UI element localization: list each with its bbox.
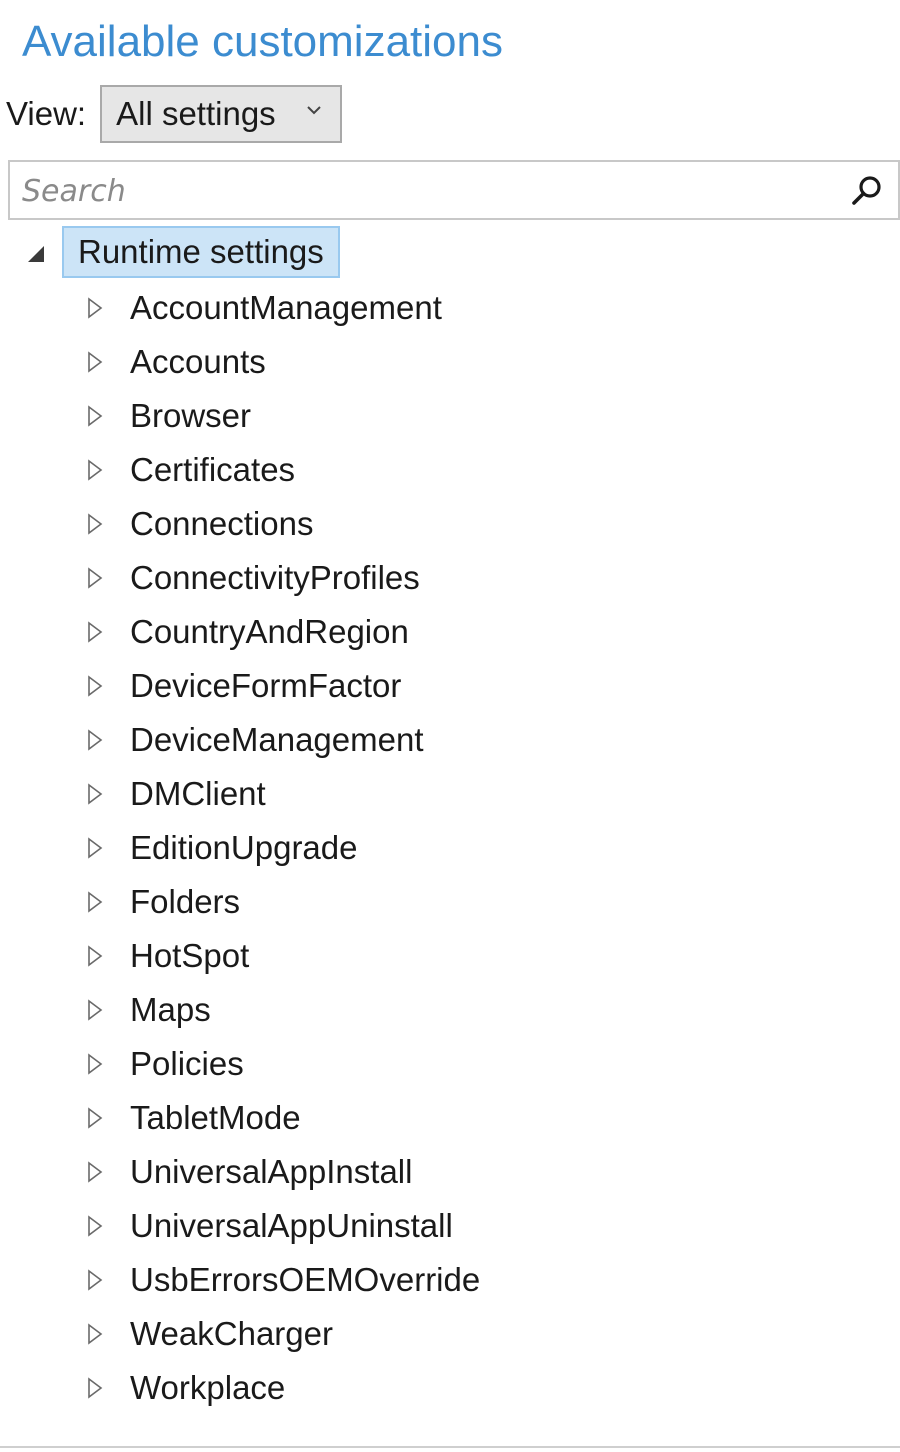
tree-node-device-form-factor[interactable]: DeviceFormFactor	[0, 660, 900, 714]
tree-node-universal-app-install[interactable]: UniversalAppInstall	[0, 1146, 900, 1200]
tree-node-workplace[interactable]: Workplace	[0, 1362, 900, 1416]
tree-node-label: Folders	[130, 883, 241, 920]
expand-triangle-icon[interactable]	[86, 621, 104, 643]
tree-children: AccountManagement Accounts Browser Certi…	[0, 282, 900, 1416]
tree-node-label: DMClient	[130, 775, 266, 812]
view-label: View:	[6, 95, 87, 132]
expand-triangle-icon[interactable]	[86, 1161, 104, 1183]
tree-node-accounts[interactable]: Accounts	[0, 336, 900, 390]
tree-node-edition-upgrade[interactable]: EditionUpgrade	[0, 822, 900, 876]
tree-node-maps[interactable]: Maps	[0, 984, 900, 1038]
expand-triangle-icon[interactable]	[86, 351, 104, 373]
tree-node-label: DeviceFormFactor	[130, 667, 402, 704]
tree-node-policies[interactable]: Policies	[0, 1038, 900, 1092]
tree-node-label: WeakCharger	[130, 1315, 333, 1352]
tree-node-label: Connections	[130, 505, 314, 542]
tree-node-label: ConnectivityProfiles	[130, 559, 420, 596]
expand-triangle-icon[interactable]	[86, 405, 104, 427]
collapse-triangle-icon[interactable]	[26, 244, 46, 264]
tree-node-label: Policies	[130, 1045, 244, 1082]
tree-node-usb-errors-oemoverride[interactable]: UsbErrorsOEMOverride	[0, 1254, 900, 1308]
tree-node-label: UsbErrorsOEMOverride	[130, 1261, 481, 1298]
tree-node-universal-app-uninstall[interactable]: UniversalAppUninstall	[0, 1200, 900, 1254]
expand-triangle-icon[interactable]	[86, 513, 104, 535]
tree-node-label: Runtime settings	[78, 233, 324, 270]
expand-triangle-icon[interactable]	[86, 999, 104, 1021]
tree-node-label: CountryAndRegion	[130, 613, 409, 650]
expand-triangle-icon[interactable]	[86, 783, 104, 805]
expand-triangle-icon[interactable]	[86, 675, 104, 697]
page-title: Available customizations	[22, 17, 503, 66]
tree-node-label: TabletMode	[130, 1099, 301, 1136]
view-filter-row: View: All settings	[6, 84, 343, 144]
tree-node-selection[interactable]: Runtime settings	[62, 226, 340, 278]
tree-node-label: Maps	[130, 991, 211, 1028]
tree-node-runtime-settings[interactable]: Runtime settings	[0, 226, 400, 280]
tree-node-label: Browser	[130, 397, 252, 434]
tree-node-dmclient[interactable]: DMClient	[0, 768, 900, 822]
expand-triangle-icon[interactable]	[86, 1053, 104, 1075]
tree-node-label: AccountManagement	[130, 289, 442, 326]
expand-triangle-icon[interactable]	[86, 297, 104, 319]
tree-node-hot-spot[interactable]: HotSpot	[0, 930, 900, 984]
search-box	[8, 160, 900, 220]
search-input[interactable]	[22, 168, 822, 214]
tree-node-country-and-region[interactable]: CountryAndRegion	[0, 606, 900, 660]
tree-node-label: UniversalAppInstall	[130, 1153, 413, 1190]
tree-node-label: HotSpot	[130, 937, 250, 974]
expand-triangle-icon[interactable]	[86, 945, 104, 967]
expand-triangle-icon[interactable]	[86, 1107, 104, 1129]
tree-node-browser[interactable]: Browser	[0, 390, 900, 444]
expand-triangle-icon[interactable]	[86, 1215, 104, 1237]
expand-triangle-icon[interactable]	[86, 729, 104, 751]
expand-triangle-icon[interactable]	[86, 1377, 104, 1399]
tree-node-label: Workplace	[130, 1369, 286, 1406]
expand-triangle-icon[interactable]	[86, 891, 104, 913]
tree-node-weak-charger[interactable]: WeakCharger	[0, 1308, 900, 1362]
view-dropdown-value: All settings	[116, 95, 276, 132]
tree-node-device-management[interactable]: DeviceManagement	[0, 714, 900, 768]
chevron-down-icon	[307, 106, 321, 115]
expand-triangle-icon[interactable]	[86, 1323, 104, 1345]
tree-node-label: DeviceManagement	[130, 721, 424, 758]
tree-node-folders[interactable]: Folders	[0, 876, 900, 930]
tree-node-label: EditionUpgrade	[130, 829, 358, 866]
tree-node-connectivity-profiles[interactable]: ConnectivityProfiles	[0, 552, 900, 606]
expand-triangle-icon[interactable]	[86, 1269, 104, 1291]
search-icon[interactable]	[850, 174, 884, 208]
tree-node-label: UniversalAppUninstall	[130, 1207, 453, 1244]
expand-triangle-icon[interactable]	[86, 567, 104, 589]
tree-node-connections[interactable]: Connections	[0, 498, 900, 552]
tree-node-label: Accounts	[130, 343, 266, 380]
view-dropdown[interactable]: All settings	[100, 85, 343, 143]
tree-node-tablet-mode[interactable]: TabletMode	[0, 1092, 900, 1146]
tree-node-label: Certificates	[130, 451, 296, 488]
tree-node-account-management[interactable]: AccountManagement	[0, 282, 900, 336]
bottom-divider	[0, 1446, 900, 1448]
expand-triangle-icon[interactable]	[86, 459, 104, 481]
tree-node-certificates[interactable]: Certificates	[0, 444, 900, 498]
expand-triangle-icon[interactable]	[86, 837, 104, 859]
